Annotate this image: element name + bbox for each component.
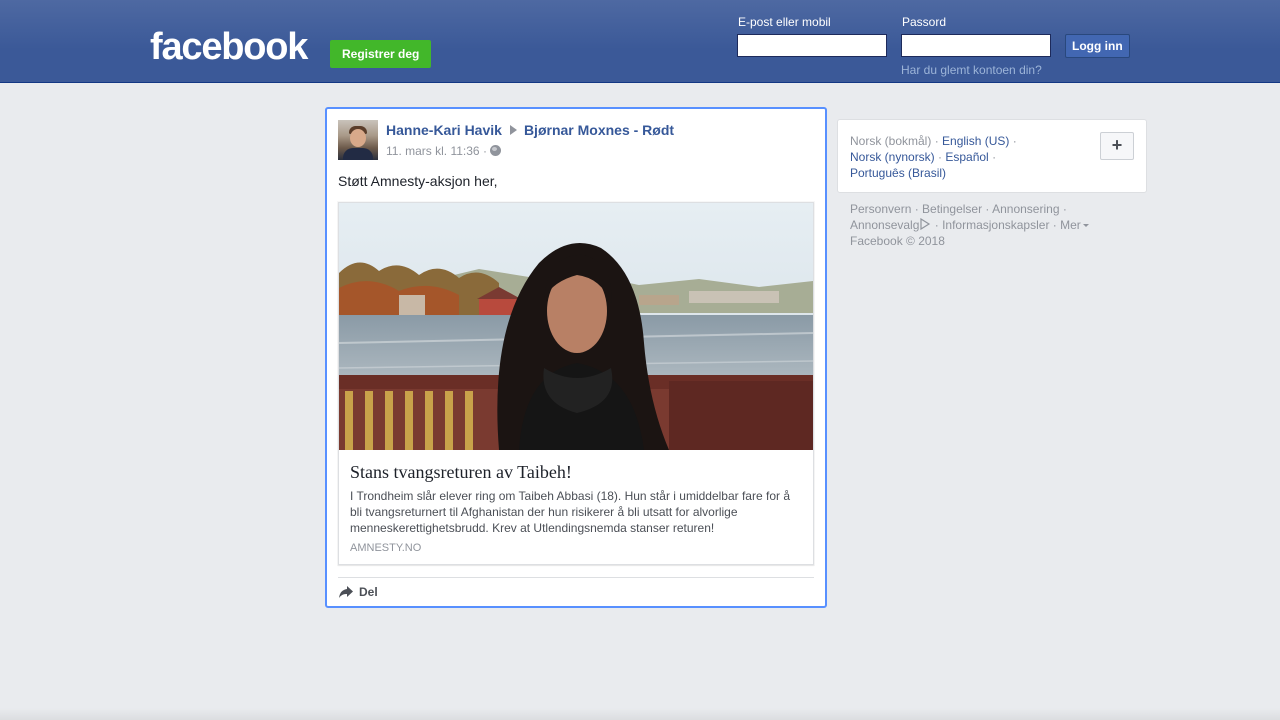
link-title[interactable]: Stans tvangsreturen av Taibeh! bbox=[350, 461, 802, 483]
post-header: Hanne-Kari Havik Bjørnar Moxnes - Rødt bbox=[386, 122, 674, 138]
link-preview-image[interactable] bbox=[339, 203, 813, 450]
add-language-button[interactable]: + bbox=[1100, 132, 1134, 160]
author-avatar[interactable] bbox=[338, 120, 378, 160]
language-list: Norsk (bokmål) · English (US) · Norsk (n… bbox=[850, 134, 1017, 180]
author-link[interactable]: Hanne-Kari Havik bbox=[386, 122, 502, 138]
share-arrow-icon bbox=[339, 586, 353, 598]
link-domain: AMNESTY.NO bbox=[350, 542, 422, 554]
footer-link-adchoices[interactable]: Annonsevalg bbox=[850, 218, 931, 232]
footer-links: Personvern · Betingelser · Annonsering ·… bbox=[850, 201, 1140, 249]
footer-link-privacy[interactable]: Personvern bbox=[850, 202, 911, 216]
language-link-espanol[interactable]: Español bbox=[945, 150, 988, 164]
register-button[interactable]: Registrer deg bbox=[330, 40, 432, 68]
bottom-shade bbox=[0, 708, 1280, 720]
meta-separator: · bbox=[482, 144, 487, 158]
email-input[interactable] bbox=[737, 34, 887, 57]
link-preview-body[interactable]: Stans tvangsreturen av Taibeh! I Trondhe… bbox=[339, 450, 813, 554]
link-preview[interactable]: Stans tvangsreturen av Taibeh! I Trondhe… bbox=[338, 202, 814, 565]
adchoices-icon bbox=[920, 218, 931, 230]
language-link-nynorsk[interactable]: Norsk (nynorsk) bbox=[850, 150, 935, 164]
language-current: Norsk (bokmål) bbox=[850, 134, 932, 148]
footer-link-terms[interactable]: Betingelser bbox=[922, 202, 982, 216]
forgot-account-link[interactable]: Har du glemt kontoen din? bbox=[901, 63, 1042, 77]
target-page-link[interactable]: Bjørnar Moxnes - Rødt bbox=[524, 122, 674, 138]
language-link-portugues[interactable]: Português (Brasil) bbox=[850, 166, 946, 180]
language-link-english[interactable]: English (US) bbox=[942, 134, 1009, 148]
post-card: Hanne-Kari Havik Bjørnar Moxnes - Rødt 11… bbox=[325, 107, 827, 608]
arrow-right-icon bbox=[509, 125, 517, 135]
email-label: E-post eller mobil bbox=[738, 15, 831, 29]
copyright: Facebook © 2018 bbox=[850, 234, 945, 248]
share-button[interactable]: Del bbox=[338, 585, 378, 599]
password-label: Passord bbox=[902, 15, 947, 29]
footer-link-advertising[interactable]: Annonsering bbox=[992, 202, 1059, 216]
post-text: Støtt Amnesty-aksjon her, bbox=[338, 173, 498, 189]
language-selector: Norsk (bokmål) · English (US) · Norsk (n… bbox=[837, 119, 1147, 193]
link-description: I Trondheim slår elever ring om Taibeh A… bbox=[350, 489, 790, 535]
footer-link-cookies[interactable]: Informasjonskapsler bbox=[942, 218, 1049, 232]
globe-icon[interactable] bbox=[490, 145, 502, 156]
footer-link-more[interactable]: Mer bbox=[1060, 218, 1089, 232]
share-label: Del bbox=[359, 585, 378, 599]
password-input[interactable] bbox=[901, 34, 1051, 57]
post-meta: 11. mars kl. 11:36 · bbox=[386, 144, 502, 158]
post-divider bbox=[338, 577, 814, 578]
caret-down-icon bbox=[1082, 224, 1089, 227]
post-timestamp[interactable]: 11. mars kl. 11:36 bbox=[386, 144, 480, 158]
facebook-logo[interactable]: facebook bbox=[150, 27, 308, 67]
login-button[interactable]: Logg inn bbox=[1065, 34, 1130, 58]
top-bar: facebook Registrer deg E-post eller mobi… bbox=[0, 0, 1280, 83]
